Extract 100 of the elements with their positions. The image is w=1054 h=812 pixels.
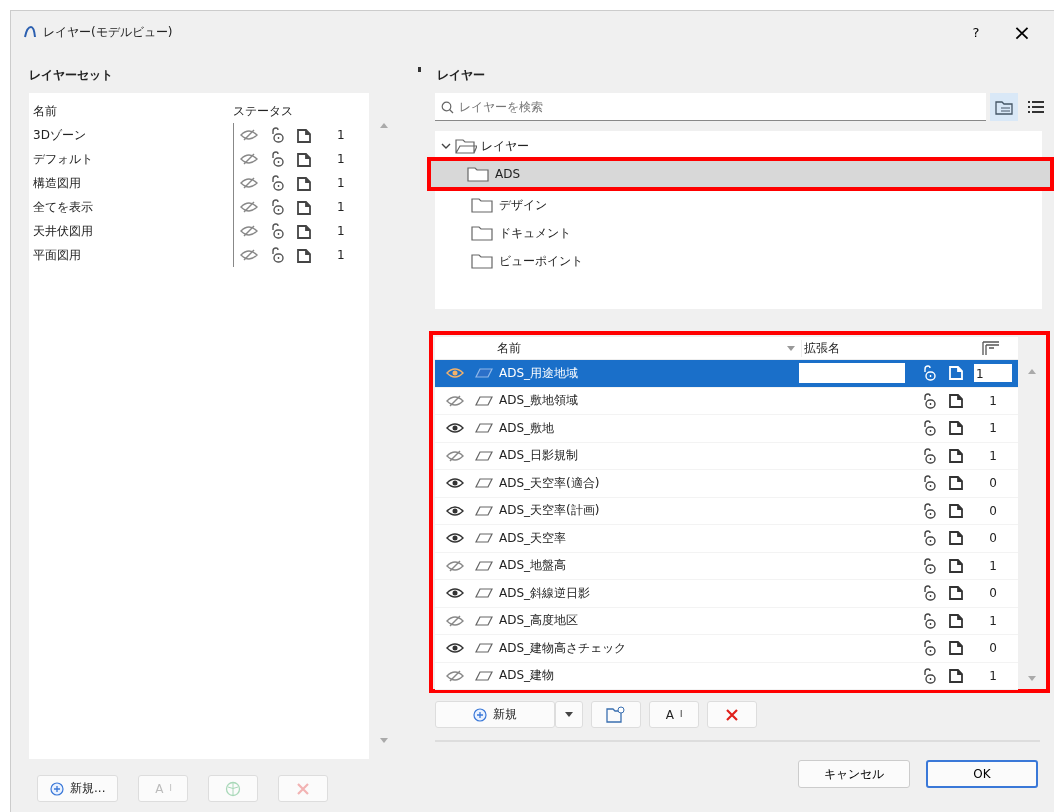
help-button[interactable]: ? <box>956 17 996 47</box>
table-row[interactable]: ADS_敷地領域 1 <box>435 387 1018 415</box>
pen-number: 1 <box>988 558 998 573</box>
dropdown-button[interactable] <box>555 701 583 728</box>
search-field[interactable]: レイヤーを検索 <box>435 93 986 121</box>
page-icon[interactable] <box>948 392 963 408</box>
eye-icon[interactable] <box>446 477 464 490</box>
hidden-eye-icon[interactable] <box>446 394 464 407</box>
padlock-icon[interactable] <box>921 667 937 684</box>
chevron-icon[interactable] <box>441 142 451 150</box>
layer-set-name[interactable]: 構造図用 <box>33 174 233 192</box>
page-icon[interactable] <box>297 175 311 191</box>
padlock-icon[interactable] <box>270 127 285 143</box>
page-icon[interactable] <box>948 530 963 546</box>
page-icon[interactable] <box>297 199 311 215</box>
padlock-icon[interactable] <box>270 247 285 263</box>
padlock-icon[interactable] <box>921 502 937 519</box>
table-row[interactable]: ADS_用途地域 1 <box>435 360 1018 388</box>
padlock-icon[interactable] <box>270 199 285 215</box>
new-button[interactable]: 新規... <box>37 775 119 802</box>
eye-icon[interactable] <box>446 504 464 517</box>
hidden-eye-icon[interactable] <box>240 129 258 141</box>
padlock-icon[interactable] <box>921 365 937 382</box>
column-header[interactable]: 名前 <box>475 339 787 357</box>
page-icon[interactable] <box>297 223 311 239</box>
padlock-icon[interactable] <box>921 585 937 602</box>
column-header[interactable]: 拡張名 <box>801 339 912 357</box>
cancel-button[interactable]: キャンセル <box>798 760 910 788</box>
page-icon[interactable] <box>948 475 963 491</box>
layer-set-name[interactable]: 平面図用 <box>33 246 233 264</box>
table-row[interactable]: ADS_建物 1 <box>435 662 1018 690</box>
page-icon[interactable] <box>948 557 963 573</box>
page-icon[interactable] <box>948 585 963 601</box>
sort-caret-icon[interactable] <box>787 345 795 351</box>
padlock-icon[interactable] <box>921 612 937 629</box>
padlock-icon[interactable] <box>921 640 937 657</box>
padlock-icon[interactable] <box>270 223 285 239</box>
pen-number: 1 <box>988 448 998 463</box>
hidden-eye-icon[interactable] <box>446 559 464 572</box>
hidden-eye-icon[interactable] <box>446 614 464 627</box>
padlock-icon[interactable] <box>921 392 937 409</box>
tree-item[interactable]: ビューポイント <box>435 247 1042 275</box>
hidden-eye-icon[interactable] <box>240 201 258 213</box>
close-icon <box>725 707 739 722</box>
padlock-icon[interactable] <box>270 175 285 191</box>
layer-set-name[interactable]: 全てを表示 <box>33 198 233 216</box>
hidden-eye-icon[interactable] <box>446 449 464 462</box>
folder-view-button[interactable] <box>990 93 1018 121</box>
padlock-icon[interactable] <box>921 447 937 464</box>
close-button[interactable]: × <box>1002 17 1042 47</box>
delete-button[interactable] <box>707 701 757 728</box>
page-icon[interactable] <box>297 247 311 263</box>
table-row[interactable]: ADS_天空率(計画) 0 <box>435 497 1018 525</box>
table-row[interactable]: ADS_天空率(適合) 0 <box>435 470 1018 498</box>
layer-set-name[interactable]: デフォルト <box>33 150 233 168</box>
page-icon[interactable] <box>297 151 311 167</box>
eye-icon[interactable] <box>446 422 464 435</box>
hidden-eye-icon[interactable] <box>240 177 258 189</box>
padlock-icon[interactable] <box>921 557 937 574</box>
page-icon[interactable] <box>297 127 311 143</box>
table-row[interactable]: ADS_日影規制 1 <box>435 442 1018 470</box>
tree-item[interactable]: ドキュメント <box>435 219 1042 247</box>
layer-name: ADS_敷地領域 <box>499 392 580 410</box>
new-folder-button[interactable] <box>591 701 641 728</box>
page-icon[interactable] <box>948 502 963 518</box>
tree-item[interactable]: ADS <box>431 161 1050 187</box>
table-row[interactable]: ADS_天空率 0 <box>435 525 1018 553</box>
tree-item[interactable]: レイヤー <box>481 137 529 155</box>
extension-field[interactable] <box>799 363 905 384</box>
table-row[interactable]: ADS_敷地 1 <box>435 415 1018 443</box>
padlock-icon[interactable] <box>921 420 937 437</box>
page-icon[interactable] <box>948 420 963 436</box>
new-button[interactable]: 新規 <box>435 701 555 728</box>
padlock-icon[interactable] <box>921 530 937 547</box>
hidden-eye-icon[interactable] <box>240 249 258 261</box>
hidden-eye-icon[interactable] <box>446 669 464 682</box>
pen-number-field[interactable]: 1 <box>973 363 1013 384</box>
padlock-icon[interactable] <box>921 475 937 492</box>
layer-set-name[interactable]: 天井伏図用 <box>33 222 233 240</box>
eye-icon[interactable] <box>446 642 464 655</box>
padlock-icon[interactable] <box>270 151 285 167</box>
table-row[interactable]: ADS_建物高さチェック 0 <box>435 635 1018 663</box>
tree-item[interactable]: デザイン <box>435 191 1042 219</box>
table-row[interactable]: ADS_地盤高 1 <box>435 552 1018 580</box>
window-title: レイヤー(モデルビュー) <box>43 23 173 41</box>
ok-button[interactable]: OK <box>926 760 1038 788</box>
rename-button[interactable]: A$^{I}$ <box>649 701 699 728</box>
layer-set-name[interactable]: 3Dゾーン <box>33 126 233 144</box>
layer-icon <box>475 670 493 681</box>
hidden-eye-icon[interactable] <box>240 225 258 237</box>
eye-icon[interactable] <box>446 532 464 545</box>
table-row[interactable]: ADS_高度地区 1 <box>435 607 1018 635</box>
eye-icon[interactable] <box>446 587 464 600</box>
page-icon[interactable] <box>948 640 963 656</box>
hidden-eye-icon[interactable] <box>240 153 258 165</box>
page-icon[interactable] <box>948 612 963 628</box>
page-icon[interactable] <box>948 447 963 463</box>
page-icon[interactable] <box>948 667 963 683</box>
table-row[interactable]: ADS_斜線逆日影 0 <box>435 580 1018 608</box>
splitter-handle[interactable] <box>417 67 421 72</box>
